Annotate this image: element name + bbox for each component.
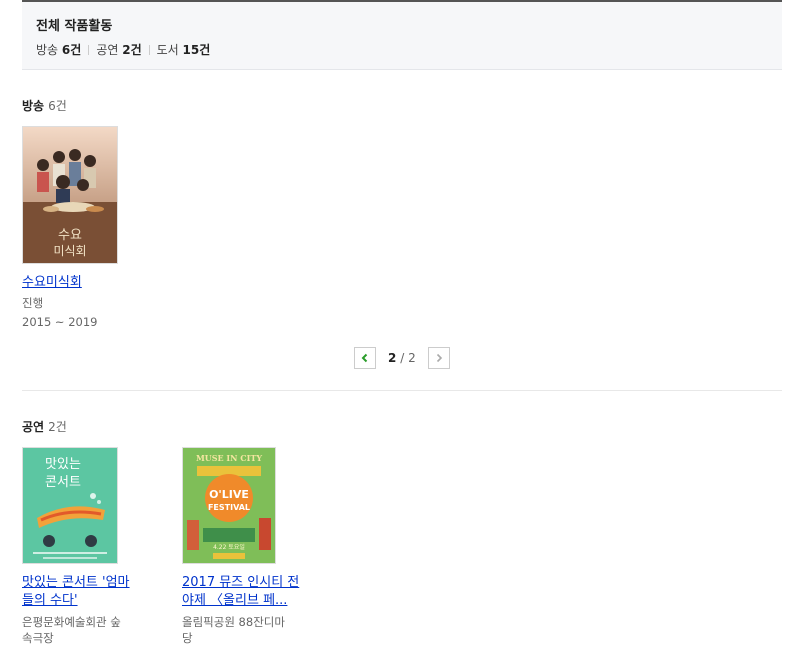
- section-divider: [22, 390, 782, 391]
- svg-text:FESTIVAL: FESTIVAL: [208, 503, 250, 512]
- list-item: MUSE IN CITY O'LIVE FESTIVAL 4.22 토요일 20…: [182, 447, 306, 646]
- list-item: 맛있는 콘서트 맛있는 콘서트 '엄마 들의 수다' 은평문화예술회관 숲 속극장: [22, 447, 146, 646]
- stat-broadcast[interactable]: 방송 6건: [36, 41, 81, 58]
- prev-page-button[interactable]: [354, 347, 376, 369]
- divider: [148, 44, 150, 55]
- stat-performance[interactable]: 공연 2건: [96, 41, 141, 58]
- poster-image[interactable]: MUSE IN CITY O'LIVE FESTIVAL 4.22 토요일: [182, 447, 276, 564]
- svg-text:콘서트: 콘서트: [45, 475, 81, 490]
- svg-text:미식회: 미식회: [53, 244, 86, 258]
- chevron-right-icon: [436, 353, 442, 363]
- chevron-left-icon: [361, 353, 368, 363]
- divider: [88, 44, 90, 55]
- summary-stats: 방송 6건 공연 2건 도서 15건: [36, 41, 210, 58]
- section-title-broadcast: 방송 6건: [22, 99, 67, 113]
- poster-image[interactable]: 수요 미식회: [22, 126, 118, 264]
- section-title-performance: 공연 2건: [22, 420, 67, 434]
- item-title-link[interactable]: 맛있는 콘서트 '엄마 들의 수다': [22, 574, 146, 610]
- svg-text:4.22 토요일: 4.22 토요일: [213, 543, 245, 551]
- item-period: 2015 ~ 2019: [22, 315, 98, 329]
- list-item: 수요 미식회 수요미식회 진행 2015 ~ 2019: [22, 126, 142, 330]
- next-page-button[interactable]: [427, 347, 450, 369]
- stat-books[interactable]: 도서 15건: [157, 41, 211, 58]
- svg-text:수요: 수요: [58, 228, 82, 243]
- page-indicator: 2 / 2: [388, 351, 416, 365]
- item-title-link[interactable]: 2017 뮤즈 인시티 전 야제 〈올리브 페...: [182, 574, 306, 610]
- item-title-link[interactable]: 수요미식회: [22, 274, 142, 292]
- svg-text:O'LIVE: O'LIVE: [209, 488, 249, 501]
- summary-box: 전체 작품활동 방송 6건 공연 2건 도서 15건: [22, 0, 782, 70]
- pagination: 2 / 2: [354, 347, 450, 369]
- item-status: 진행: [22, 296, 44, 310]
- summary-title: 전체 작품활동: [36, 19, 113, 34]
- item-venue: 은평문화예술회관 숲 속극장: [22, 615, 121, 645]
- svg-text:맛있는: 맛있는: [45, 457, 81, 472]
- svg-text:MUSE IN CITY: MUSE IN CITY: [196, 453, 262, 463]
- item-venue: 올림픽공원 88잔디마 당: [182, 615, 285, 645]
- poster-image[interactable]: 맛있는 콘서트: [22, 447, 118, 564]
